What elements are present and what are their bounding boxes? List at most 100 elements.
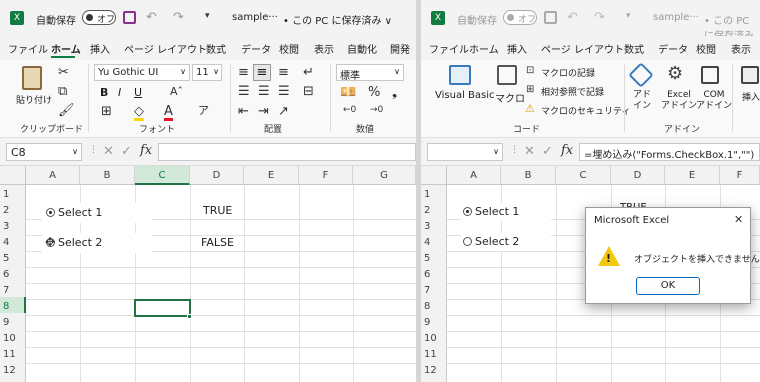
bold-button[interactable]: B [100, 86, 108, 99]
borders-icon[interactable]: ⊞ [101, 105, 112, 118]
underline-button[interactable]: U [134, 86, 142, 99]
column-header[interactable]: B [501, 166, 556, 185]
column-header[interactable]: F [299, 166, 353, 185]
option-button-2[interactable]: ✥ Select 2 [42, 233, 152, 253]
option-button-1[interactable]: Select 1 [42, 203, 152, 223]
cancel-icon[interactable]: ✕ [103, 145, 114, 158]
tab-home[interactable]: ホーム [469, 41, 499, 56]
format-painter-icon[interactable]: 🖌 [58, 104, 75, 117]
grow-font-icon[interactable]: Aˆ [170, 86, 183, 97]
comma-icon[interactable]: ❟ [392, 86, 397, 99]
indent-icon[interactable]: ⇤ [238, 105, 249, 118]
align-top-icon[interactable]: ≡ [238, 66, 249, 79]
tab-formulas[interactable]: 数式 [206, 41, 226, 56]
macro-security-button[interactable]: マクロのセキュリティ [541, 104, 630, 117]
column-header[interactable]: G [353, 166, 416, 185]
column-header[interactable]: B [80, 166, 135, 185]
cut-icon[interactable]: ✂ [58, 66, 69, 79]
insert-function-icon[interactable]: fx [140, 144, 152, 157]
cell-d4[interactable]: FALSE [201, 236, 234, 249]
column-header[interactable]: A [26, 166, 80, 185]
customize-toolbar-icon[interactable]: ▾ [626, 12, 631, 21]
font-color-icon[interactable]: A [164, 105, 173, 121]
selected-cell-c8[interactable] [134, 299, 191, 317]
column-header[interactable]: A [447, 166, 501, 185]
paste-button-label[interactable]: 貼り付け [16, 93, 52, 106]
italic-button[interactable]: I [118, 86, 121, 99]
align-center-icon[interactable]: ☰ [258, 85, 270, 98]
cancel-icon[interactable]: ✕ [524, 145, 535, 158]
column-header[interactable]: E [244, 166, 299, 185]
tab-formulas[interactable]: 数式 [624, 41, 644, 56]
row-header[interactable]: 13 [0, 377, 26, 382]
undo-icon[interactable]: ↶ [567, 11, 578, 24]
undo-icon[interactable]: ↶ [146, 11, 157, 24]
percent-icon[interactable]: % [368, 86, 380, 99]
tab-home[interactable]: ホーム [51, 41, 81, 56]
font-size-select[interactable]: 11 ∨ [192, 64, 222, 81]
column-header[interactable]: E [665, 166, 720, 185]
wrap-text-icon[interactable]: ↵ [303, 66, 314, 79]
increase-decimal-icon[interactable]: ←0 [343, 106, 356, 115]
relative-reference-icon[interactable]: ⊞ [526, 85, 534, 95]
name-box[interactable]: ∨ [427, 143, 503, 161]
enter-icon[interactable]: ✓ [542, 145, 553, 158]
fill-handle[interactable] [187, 314, 192, 319]
option-button-2[interactable]: Select 2 [461, 233, 551, 251]
tab-automate[interactable]: 自動化 [347, 41, 377, 56]
tab-review[interactable]: 校閲 [696, 41, 716, 56]
close-icon[interactable]: ✕ [734, 214, 743, 225]
column-header[interactable]: F [720, 166, 760, 185]
tab-file[interactable]: ファイル [8, 41, 48, 56]
com-addins-button[interactable]: COM アドイン [696, 90, 732, 112]
worksheet-grid[interactable]: A B C D E F G 1 2 3 4 5 6 7 8 9 10 11 12… [0, 166, 416, 382]
row-header[interactable]: 13 [421, 377, 447, 382]
align-right-icon[interactable]: ☰ [278, 85, 290, 98]
save-status[interactable]: • この PC に保存済み ∨ [283, 12, 392, 27]
autosave-toggle[interactable]: オフ [82, 10, 116, 25]
tab-page-layout[interactable]: ページ レイアウト [124, 41, 207, 56]
redo-icon[interactable]: ↷ [173, 11, 184, 24]
tab-page-layout[interactable]: ページ レイアウト [541, 41, 624, 56]
name-box[interactable]: C8 ∨ [6, 143, 82, 161]
align-left-icon[interactable]: ☰ [238, 85, 250, 98]
column-header[interactable]: D [190, 166, 244, 185]
select-all-corner[interactable] [0, 166, 26, 185]
insert-function-icon[interactable]: fx [561, 144, 573, 157]
column-header[interactable]: D [611, 166, 665, 185]
orientation-icon[interactable]: ↗ [278, 105, 289, 118]
relative-reference-button[interactable]: 相対参照で記録 [541, 85, 604, 98]
phonetic-icon[interactable]: ア [198, 105, 209, 116]
tab-data[interactable]: データ [658, 41, 688, 56]
save-icon[interactable] [544, 11, 557, 24]
merge-icon[interactable]: ⊟ [303, 85, 314, 98]
tab-data[interactable]: データ [241, 41, 271, 56]
decrease-decimal-icon[interactable]: →0 [370, 106, 383, 115]
record-macro-icon[interactable]: ⊡ [526, 66, 534, 76]
enter-icon[interactable]: ✓ [121, 145, 132, 158]
tab-review[interactable]: 校閲 [279, 41, 299, 56]
record-macro-button[interactable]: マクロの記録 [541, 66, 595, 79]
font-name-select[interactable]: Yu Gothic UI ∨ [94, 64, 190, 81]
fill-color-icon[interactable]: ◇ [134, 105, 144, 121]
tab-file[interactable]: ファイル [429, 41, 469, 56]
tab-view[interactable]: 表示 [731, 41, 751, 56]
formula-input[interactable] [158, 143, 416, 161]
option-button-1[interactable]: Select 1 [461, 203, 551, 221]
align-middle-icon[interactable]: ≡ [253, 64, 271, 81]
save-icon[interactable] [123, 11, 136, 24]
currency-icon[interactable]: 💴 [340, 86, 356, 99]
number-format-select[interactable]: 標準 ∨ [336, 64, 404, 82]
column-header[interactable]: C [556, 166, 611, 185]
insert-control-button[interactable]: 挿入 [742, 90, 760, 103]
tab-view[interactable]: 表示 [314, 41, 334, 56]
tab-insert[interactable]: 挿入 [90, 41, 110, 56]
tab-developer[interactable]: 開発 [390, 41, 410, 56]
excel-addins-icon[interactable]: ⚙ [667, 65, 683, 83]
com-addins-icon[interactable] [701, 66, 719, 84]
customize-toolbar-icon[interactable]: ▾ [205, 12, 210, 21]
column-header[interactable]: C [135, 166, 190, 185]
outdent-icon[interactable]: ⇥ [258, 105, 269, 118]
select-all-corner[interactable] [421, 166, 447, 185]
align-bottom-icon[interactable]: ≡ [278, 66, 289, 79]
